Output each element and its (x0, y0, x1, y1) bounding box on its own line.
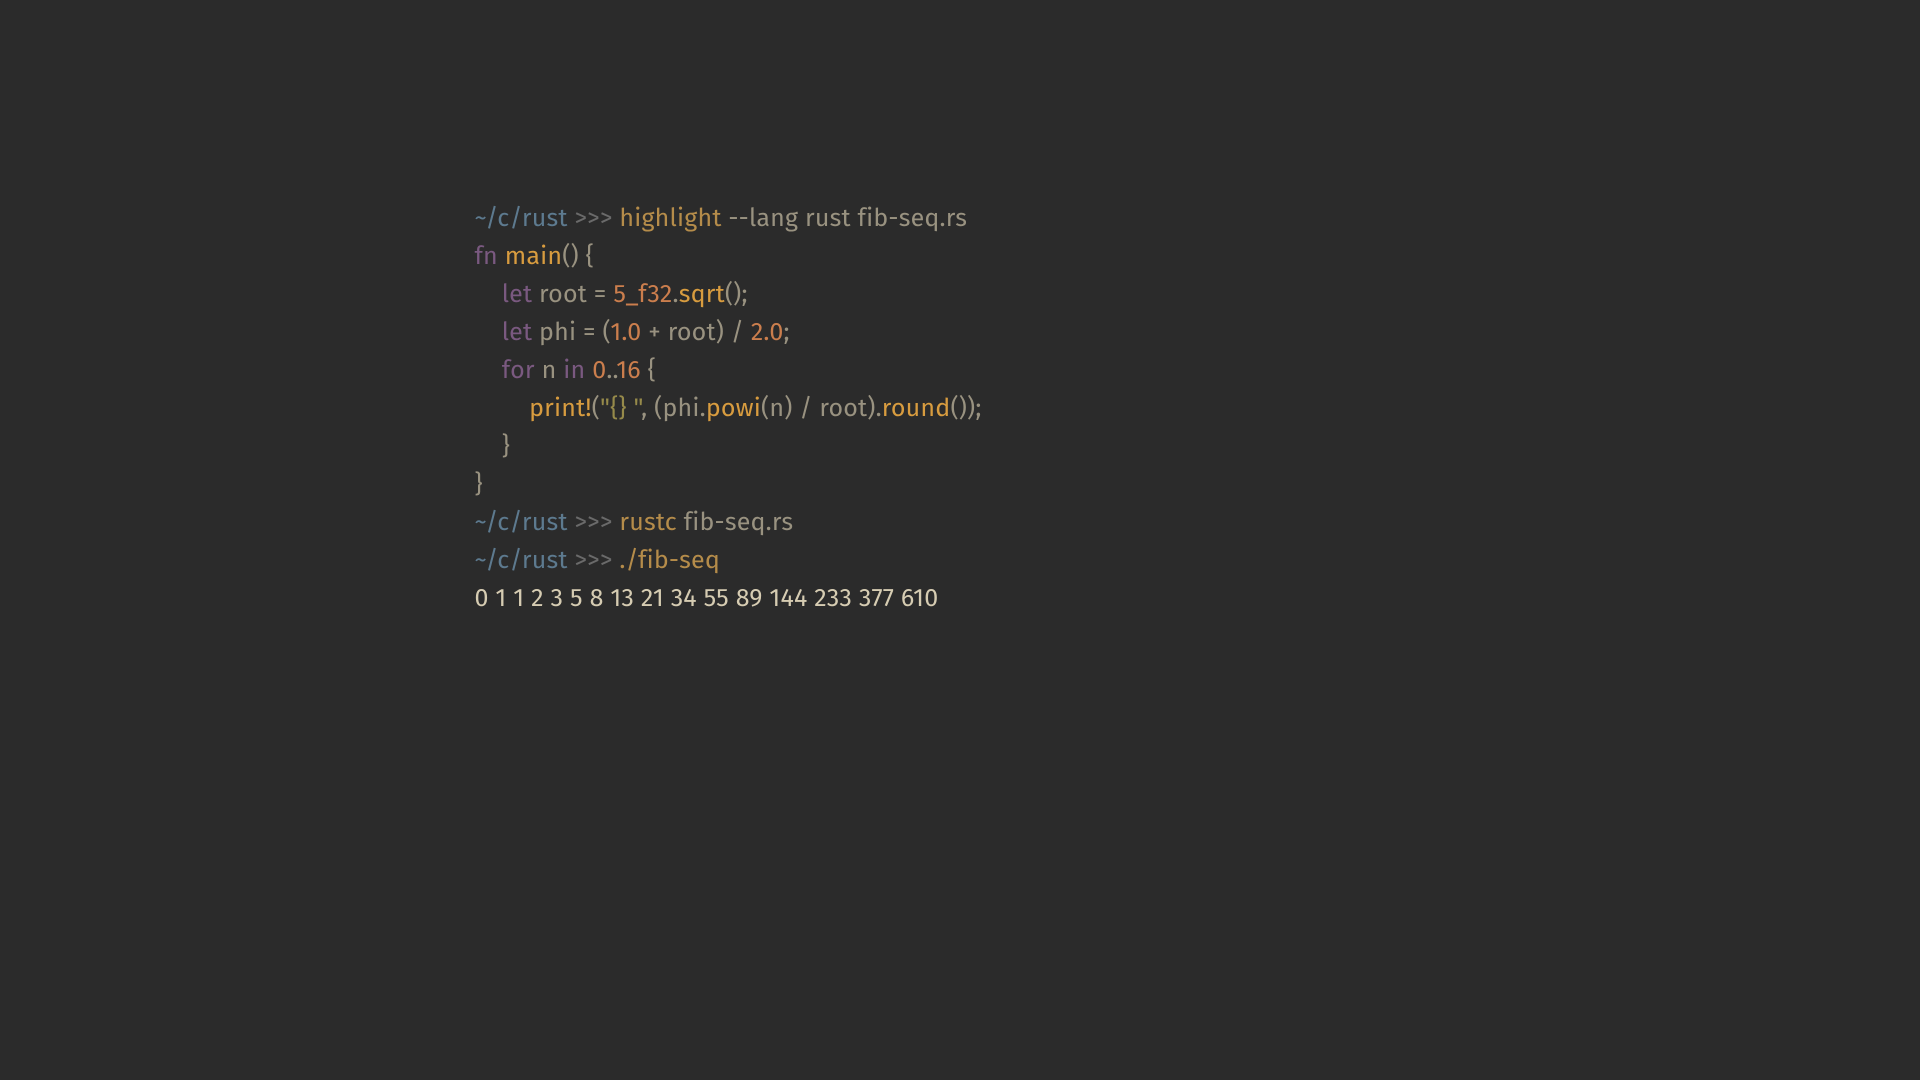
code-line-5: print!("{} ", (phi.powi(n) / root).round… (474, 393, 981, 423)
code-line-3: let phi = (1.0 + root) / 2.0; (474, 317, 789, 347)
command-highlight: highlight (619, 203, 721, 233)
prompt-dir: ~/c/rust (474, 507, 567, 537)
prompt-line-2: ~/c/rust >>> rustc fib-seq.rs (474, 507, 793, 537)
command-rustc: rustc (619, 507, 676, 537)
prompt-dir: ~/c/rust (474, 545, 567, 575)
code-line-7: } (474, 469, 482, 499)
prompt-dir: ~/c/rust (474, 203, 567, 233)
prompt-line-3: ~/c/rust >>> ./fib-seq (474, 545, 720, 575)
prompt-marker: >>> (574, 507, 612, 537)
prompt-marker: >>> (574, 545, 612, 575)
prompt-line-1: ~/c/rust >>> highlight --lang rust fib-s… (474, 203, 967, 233)
code-line-6: } (474, 431, 510, 461)
command-run: ./fib-seq (619, 545, 720, 575)
code-line-1: fn main() { (474, 241, 593, 271)
prompt-marker: >>> (574, 203, 612, 233)
terminal-output: ~/c/rust >>> highlight --lang rust fib-s… (474, 199, 981, 617)
program-output: 0 1 1 2 3 5 8 13 21 34 55 89 144 233 377… (474, 583, 945, 613)
command-args: --lang rust fib-seq.rs (722, 203, 968, 233)
code-line-4: for n in 0..16 { (474, 355, 655, 385)
code-line-2: let root = 5_f32.sqrt(); (474, 279, 747, 309)
command-args: fib-seq.rs (677, 507, 793, 537)
